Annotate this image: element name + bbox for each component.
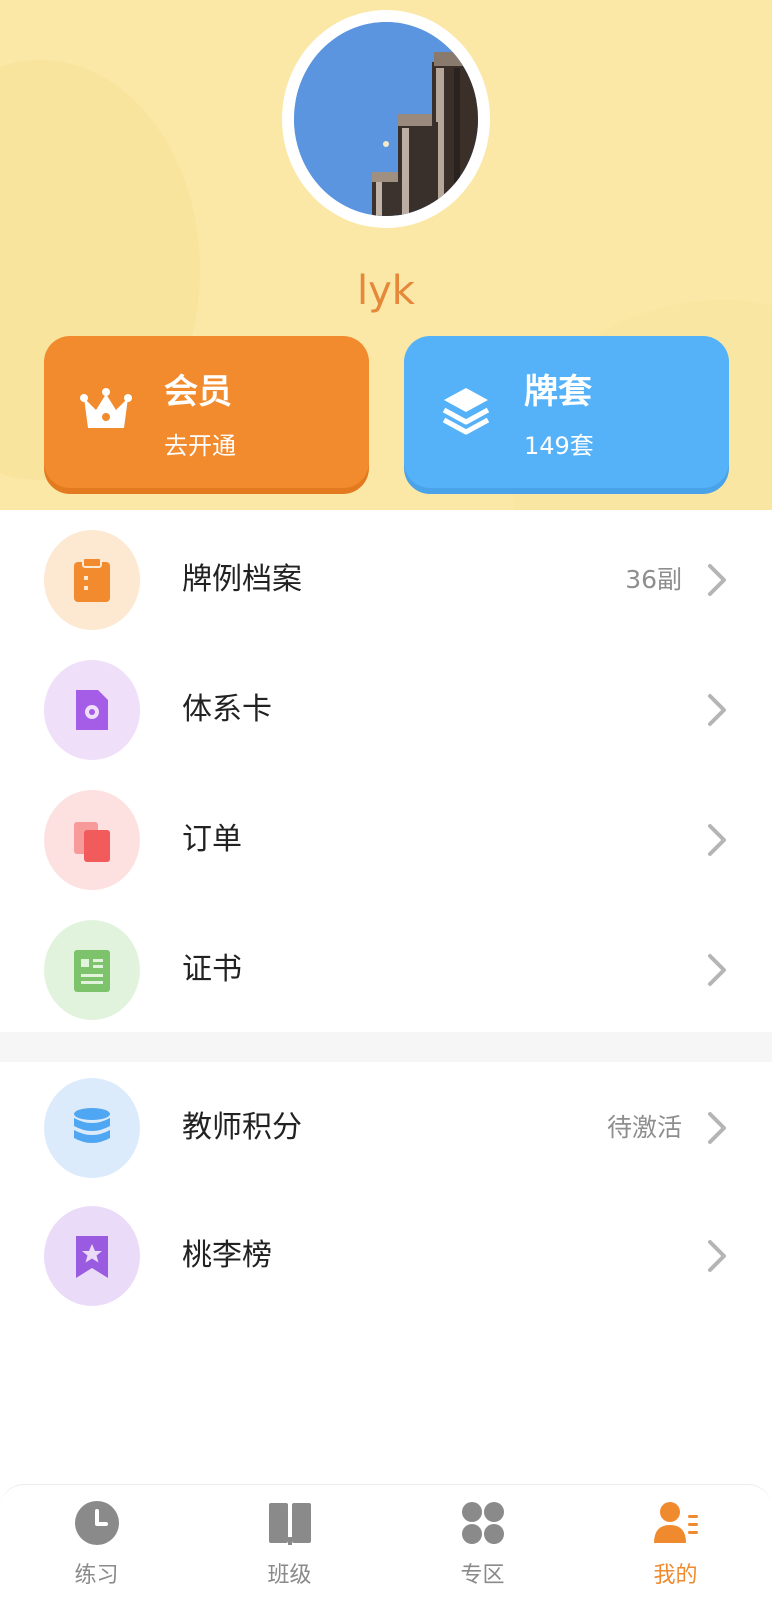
book-icon xyxy=(269,1503,311,1545)
menu-label: 订单 xyxy=(182,822,242,857)
crown-icon xyxy=(80,388,132,428)
tab-practice[interactable]: 练习 xyxy=(0,1485,193,1600)
menu-icon-bg xyxy=(44,920,140,1020)
chevron-right-icon xyxy=(708,1112,726,1144)
profile-header: lyk 会员 去开通 牌套 149套 xyxy=(0,0,772,510)
decks-card-title: 牌套 xyxy=(524,372,592,412)
menu-label: 桃李榜 xyxy=(182,1238,272,1273)
profile-page: lyk 会员 去开通 牌套 149套 牌例档案 36副 体系卡 订单 证书 教师… xyxy=(0,0,772,1600)
database-icon xyxy=(74,1108,110,1143)
section-divider xyxy=(0,1032,772,1062)
tab-label: 班级 xyxy=(267,1563,312,1588)
menu-icon-bg xyxy=(44,1078,140,1178)
certificate-icon xyxy=(74,950,110,992)
vip-card-title: 会员 xyxy=(164,372,232,412)
tab-class[interactable]: 班级 xyxy=(193,1485,386,1600)
avatar-photo xyxy=(294,22,478,216)
chevron-right-icon xyxy=(708,694,726,726)
tab-label: 专区 xyxy=(460,1563,505,1588)
chevron-right-icon xyxy=(708,1240,726,1272)
menu-label: 牌例档案 xyxy=(182,562,302,597)
menu-label: 证书 xyxy=(182,952,242,987)
menu-icon-bg xyxy=(44,530,140,630)
tab-label: 我的 xyxy=(653,1563,698,1588)
vip-card[interactable]: 会员 去开通 xyxy=(44,336,369,488)
menu-value: 待激活 xyxy=(606,1113,682,1142)
buildings-image xyxy=(294,22,478,216)
menu-icon-bg xyxy=(44,660,140,760)
document-gear-icon xyxy=(76,690,108,730)
menu-icon-bg xyxy=(44,1206,140,1306)
menu-icon-bg xyxy=(44,790,140,890)
decks-card-subtitle: 149套 xyxy=(524,432,594,460)
avatar[interactable] xyxy=(282,10,490,228)
decks-card[interactable]: 牌套 149套 xyxy=(404,336,729,488)
menu-item-case-archive[interactable]: 牌例档案 36副 xyxy=(0,515,772,645)
clipboard-icon xyxy=(74,557,110,602)
chevron-right-icon xyxy=(708,824,726,856)
menu-label: 教师积分 xyxy=(182,1110,302,1145)
chevron-right-icon xyxy=(708,564,726,596)
menu-item-ranking[interactable]: 桃李榜 xyxy=(0,1191,772,1321)
user-list-icon xyxy=(654,1502,698,1543)
vip-card-subtitle: 去开通 xyxy=(164,432,236,460)
tab-label: 练习 xyxy=(74,1563,119,1588)
chevron-right-icon xyxy=(708,954,726,986)
menu-value: 36副 xyxy=(625,565,682,594)
menu-item-certificate[interactable]: 证书 xyxy=(0,905,772,1035)
menu-item-teacher-points[interactable]: 教师积分 待激活 xyxy=(0,1063,772,1193)
tab-zone[interactable]: 专区 xyxy=(386,1485,579,1600)
menu-item-orders[interactable]: 订单 xyxy=(0,775,772,905)
layers-icon xyxy=(442,388,490,435)
bottom-tab-bar: 练习 班级 专区 我的 xyxy=(0,1484,772,1600)
clock-icon xyxy=(75,1501,119,1545)
menu-label: 体系卡 xyxy=(182,692,272,727)
menu-item-system-card[interactable]: 体系卡 xyxy=(0,645,772,775)
tab-mine[interactable]: 我的 xyxy=(579,1485,772,1600)
grid-icon xyxy=(462,1502,504,1544)
username: lyk xyxy=(357,268,415,314)
copy-icon xyxy=(74,822,110,862)
bookmark-star-icon xyxy=(76,1236,108,1278)
